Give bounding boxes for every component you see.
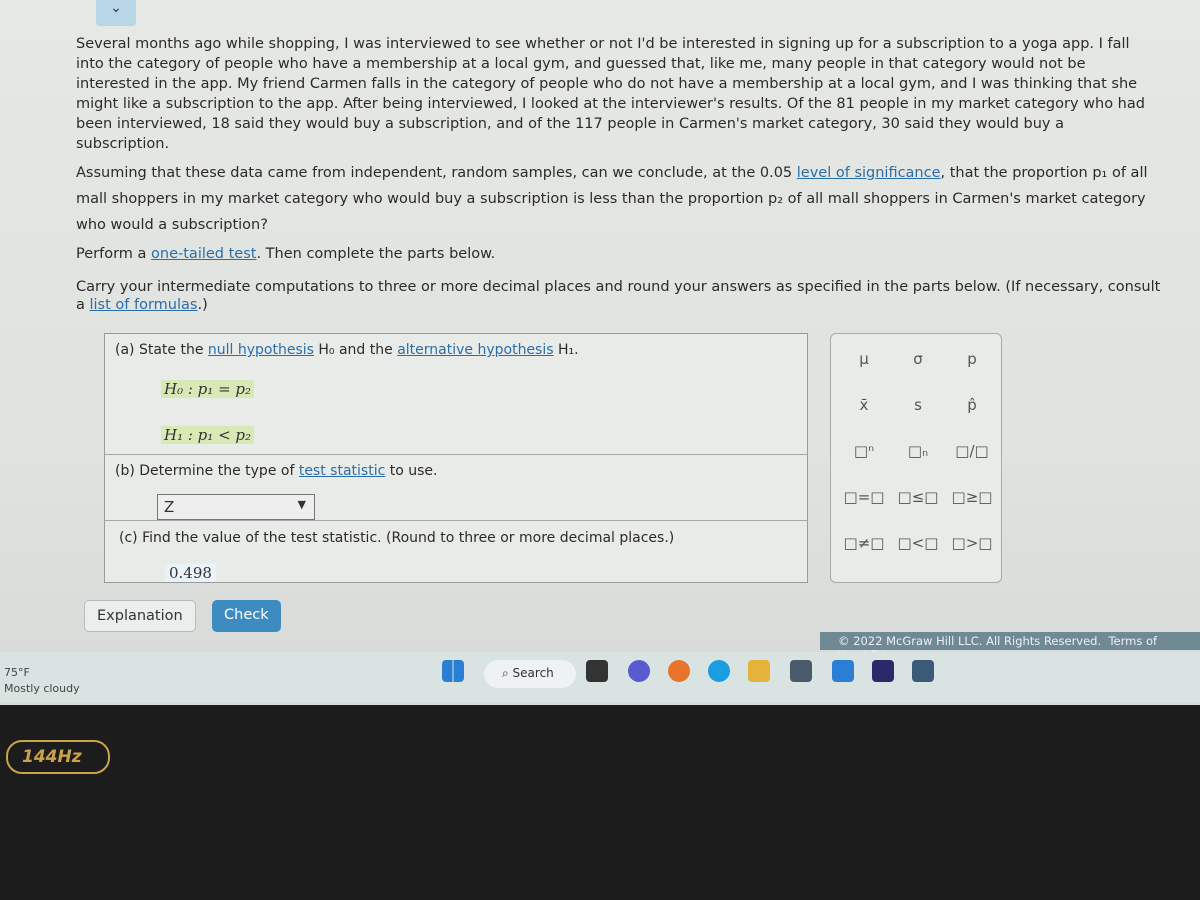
part-a: (a) State the null hypothesis H₀ and the… [105, 334, 807, 455]
test-statistic-select[interactable]: Z ▼ [157, 494, 315, 520]
one-tailed-test-link[interactable]: one-tailed test [151, 246, 256, 262]
problem-text: Several months ago while shopping, I was… [76, 36, 1145, 152]
mail-icon[interactable] [832, 660, 854, 682]
palette-s-button[interactable]: s [893, 396, 943, 414]
rounding-text: Carry your intermediate computations to … [76, 279, 1161, 313]
answer-panel: (a) State the null hypothesis H₀ and the… [104, 333, 808, 583]
h1-input[interactable]: H₁ : p₁ < p₂ [161, 426, 255, 444]
alternative-hypothesis-link[interactable]: alternative hypothesis [397, 342, 553, 358]
dropbox-icon[interactable] [872, 660, 894, 682]
task-view-icon[interactable] [586, 660, 608, 682]
explanation-button[interactable]: Explanation [84, 600, 196, 632]
palette-greater-equal-button[interactable]: □≥□ [947, 488, 997, 506]
test-statistic-link[interactable]: test statistic [299, 463, 385, 479]
instruction-text: Perform a one-tailed test. Then complete… [76, 246, 496, 262]
144hz-logo: 144Hz [6, 740, 110, 774]
palette-mu-button[interactable]: μ [839, 350, 889, 368]
palette-equals-button[interactable]: □=□ [839, 488, 889, 506]
part-c-label: (c) Find the value of the test statistic… [119, 530, 675, 546]
search-icon: ⌕ [502, 666, 513, 680]
screen: ⌄ Several months ago while shopping, I w… [0, 0, 1200, 705]
math-palette: μ σ p x̄ s p̂ □ⁿ □ₙ □/□ □=□ □≤□ □≥□ □≠□ □<□ □>□ [830, 333, 1002, 583]
question-text: Assuming that these data came from indep… [76, 165, 1148, 233]
dropdown-arrow-icon: ▼ [297, 498, 306, 511]
palette-fraction-button[interactable]: □/□ [947, 442, 997, 460]
palette-p-button[interactable]: p [947, 350, 997, 368]
list-of-formulas-link[interactable]: list of formulas [90, 297, 198, 313]
file-explorer-icon[interactable] [748, 660, 770, 682]
palette-superscript-button[interactable]: □ⁿ [839, 442, 889, 460]
chevron-down-icon[interactable]: ⌄ [96, 0, 136, 26]
edge-icon[interactable] [708, 660, 730, 682]
palette-greater-than-button[interactable]: □>□ [947, 534, 997, 552]
test-statistic-input[interactable]: 0.498 [165, 564, 216, 583]
check-button[interactable]: Check [212, 600, 281, 632]
palette-less-than-button[interactable]: □<□ [893, 534, 943, 552]
h0-input[interactable]: H₀ : p₁ = p₂ [161, 380, 255, 398]
palette-x-bar-button[interactable]: x̄ [839, 396, 889, 414]
palette-not-equal-button[interactable]: □≠□ [839, 534, 889, 552]
level-of-significance-link[interactable]: level of significance [797, 165, 941, 181]
store-icon[interactable] [790, 660, 812, 682]
palette-subscript-button[interactable]: □ₙ [893, 442, 943, 460]
firefox-icon[interactable] [668, 660, 690, 682]
windows-start-icon[interactable] [442, 660, 464, 682]
palette-sigma-button[interactable]: σ [893, 350, 943, 368]
weather-desc[interactable]: Mostly cloudy [4, 682, 80, 695]
app-icon[interactable] [912, 660, 934, 682]
weather-temp[interactable]: 75°F [4, 666, 30, 679]
palette-p-hat-button[interactable]: p̂ [947, 396, 997, 414]
null-hypothesis-link[interactable]: null hypothesis [208, 342, 314, 358]
footer: © 2022 McGraw Hill LLC. All Rights Reser… [820, 632, 1200, 662]
palette-less-equal-button[interactable]: □≤□ [893, 488, 943, 506]
taskbar-search[interactable]: ⌕ Search [484, 660, 576, 688]
teams-icon[interactable] [628, 660, 650, 682]
